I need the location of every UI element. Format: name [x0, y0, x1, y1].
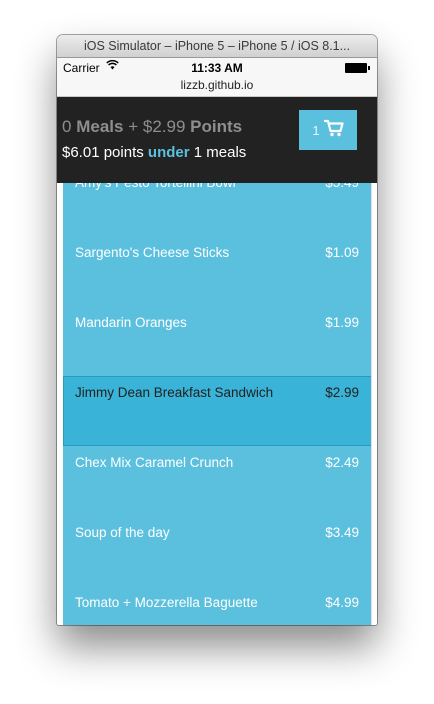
totals-line: 0 Meals + $2.99 Points [62, 117, 242, 137]
battery-icon [345, 63, 370, 73]
menu-item-row[interactable]: Tomato + Mozzerella Baguette $4.99 [63, 586, 372, 625]
meals-label: Meals [76, 117, 124, 136]
menu-item-price: $5.49 [325, 183, 359, 190]
remaining-meals: 1 meals [193, 144, 247, 161]
menu-item-name: Amy's Pesto Tortellini Bowl [75, 183, 236, 190]
menu-item-name: Mandarin Oranges [75, 315, 187, 330]
ios-status-bar: Carrier 11:33 AM [57, 58, 377, 77]
menu-item-name: Tomato + Mozzerella Baguette [75, 595, 258, 610]
menu-item-name: Sargento's Cheese Sticks [75, 245, 230, 260]
points-label: Points [190, 117, 243, 136]
menu-item-row[interactable]: Sargento's Cheese Sticks $1.09 [63, 236, 372, 306]
menu-item-name: Jimmy Dean Breakfast Sandwich [75, 385, 274, 400]
cart-count: 1 [312, 122, 320, 138]
window-title: iOS Simulator – iPhone 5 – iPhone 5 / iO… [57, 35, 377, 58]
remaining-line: $6.01 points under 1 meals [62, 144, 246, 161]
clock: 11:33 AM [191, 61, 243, 75]
cart-icon [323, 119, 344, 142]
menu-item-name: Soup of the day [75, 525, 170, 540]
menu-list-inner: Amy's Pesto Tortellini Bowl $5.49 Sargento… [63, 183, 372, 625]
menu-item-price: $2.99 [325, 385, 359, 400]
meals-count: 0 [62, 117, 72, 136]
menu-item-row[interactable]: Mandarin Oranges $1.99 [63, 306, 372, 376]
menu-item-price: $3.49 [325, 525, 359, 540]
points-value: $2.99 [142, 117, 186, 136]
list-divider [371, 183, 372, 625]
menu-item-row[interactable]: Amy's Pesto Tortellini Bowl $5.49 [63, 183, 372, 236]
url-bar[interactable]: lizzb.github.io [57, 77, 377, 97]
menu-item-price: $4.99 [325, 595, 359, 610]
menu-item-row[interactable]: Chex Mix Caramel Crunch $2.49 [63, 446, 372, 516]
menu-item-price: $1.09 [325, 245, 359, 260]
menu-item-price: $2.49 [325, 455, 359, 470]
menu-item-name: Chex Mix Caramel Crunch [75, 455, 234, 470]
summary-header: 0 Meals + $2.99 Points $6.01 points unde… [57, 97, 377, 183]
under-label: under [147, 144, 190, 161]
menu-item-row[interactable]: Jimmy Dean Breakfast Sandwich $2.99 [63, 376, 372, 446]
menu-list[interactable]: Amy's Pesto Tortellini Bowl $5.49 Sargento… [57, 183, 377, 625]
remaining-points: $6.01 points [62, 144, 144, 161]
plus-sign: + [128, 117, 139, 136]
menu-item-price: $1.99 [325, 315, 359, 330]
cart-button[interactable]: 1 [299, 110, 357, 150]
menu-item-row[interactable]: Soup of the day $3.49 [63, 516, 372, 586]
simulator-window: iOS Simulator – iPhone 5 – iPhone 5 / iO… [57, 35, 377, 625]
